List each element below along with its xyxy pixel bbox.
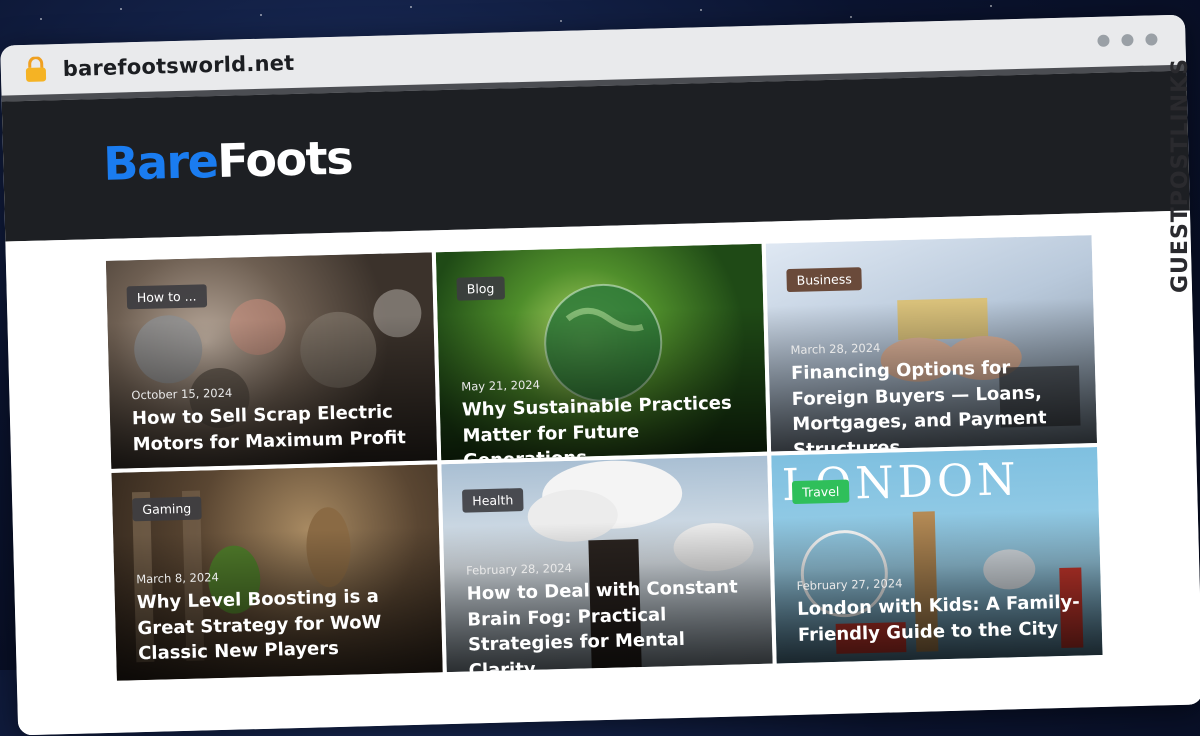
guestpostlinks-watermark: GUESTPOSTLINKS <box>1164 58 1198 358</box>
category-badge[interactable]: Health <box>462 488 524 513</box>
logo-part-foots: Foots <box>216 130 353 188</box>
window-dot-3[interactable] <box>1145 33 1158 46</box>
post-title[interactable]: Why Sustainable Practices Matter for Fut… <box>462 390 752 461</box>
post-date: February 27, 2024 <box>796 576 903 593</box>
watermark-text: GUESTPOSTLINKS <box>1168 58 1193 293</box>
post-title[interactable]: How to Deal with Constant Brain Fog: Pra… <box>466 574 757 672</box>
post-title[interactable]: How to Sell Scrap Electric Motors for Ma… <box>132 399 421 458</box>
lock-icon <box>23 56 50 83</box>
category-badge[interactable]: Business <box>786 267 863 293</box>
post-date: March 28, 2024 <box>790 340 881 358</box>
category-badge[interactable]: Travel <box>791 479 850 505</box>
post-title[interactable]: Why Level Boosting is a Great Strategy f… <box>137 583 427 667</box>
category-badge[interactable]: How to ... <box>126 284 207 310</box>
article-card[interactable]: Business March 28, 2024 Financing Option… <box>765 235 1097 452</box>
article-grid: How to ... October 15, 2024 How to Sell … <box>105 235 1103 681</box>
article-card[interactable]: Health February 28, 2024 How to Deal wit… <box>441 455 773 673</box>
post-date: February 28, 2024 <box>465 560 573 578</box>
article-card[interactable]: Gaming March 8, 2024 Why Level Boosting … <box>111 464 443 681</box>
url-text[interactable]: barefootsworld.net <box>63 51 295 81</box>
main-content: How to ... October 15, 2024 How to Sell … <box>5 210 1200 736</box>
post-title[interactable]: Financing Options for Foreign Buyers — L… <box>791 353 1082 451</box>
article-card[interactable]: LONDON Travel February 27, 2024 London w… <box>771 447 1103 664</box>
category-badge[interactable]: Blog <box>456 276 505 301</box>
post-date: May 21, 2024 <box>461 377 541 394</box>
post-title[interactable]: London with Kids: A Family-Friendly Guid… <box>797 589 1086 648</box>
logo-part-bare: Bare <box>102 133 219 191</box>
category-badge[interactable]: Gaming <box>132 496 202 522</box>
site-logo[interactable]: BareFoots <box>103 130 353 190</box>
browser-window: barefootsworld.net BareFoots How to ... … <box>0 14 1200 736</box>
post-date: October 15, 2024 <box>131 385 233 403</box>
window-dot-1[interactable] <box>1097 34 1110 47</box>
article-card[interactable]: Blog May 21, 2024 Why Sustainable Practi… <box>435 243 768 461</box>
window-dot-2[interactable] <box>1121 33 1134 47</box>
post-date: March 8, 2024 <box>136 570 219 587</box>
article-card[interactable]: How to ... October 15, 2024 How to Sell … <box>105 252 438 469</box>
window-controls <box>1097 33 1158 47</box>
